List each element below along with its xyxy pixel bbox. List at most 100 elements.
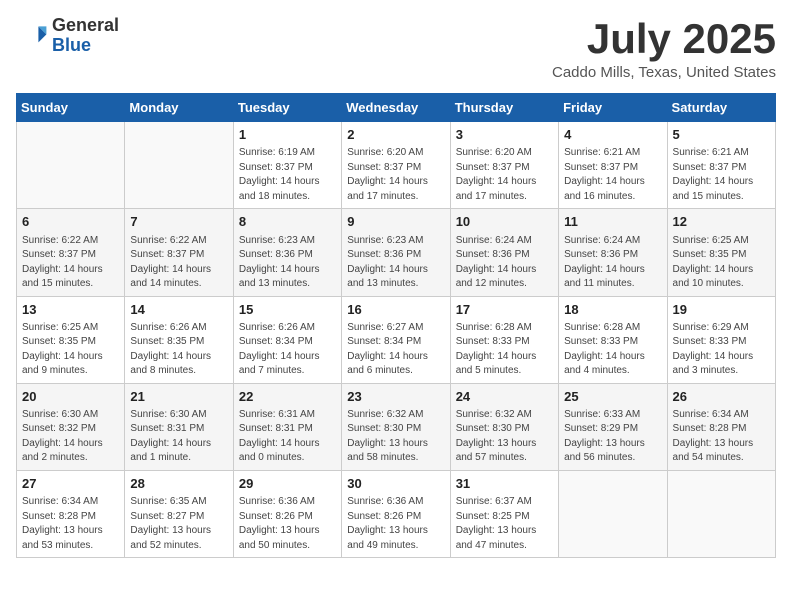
- calendar-cell: 14Sunrise: 6:26 AM Sunset: 8:35 PM Dayli…: [125, 296, 233, 383]
- day-number: 9: [347, 213, 444, 231]
- day-number: 28: [130, 475, 227, 493]
- day-number: 24: [456, 388, 553, 406]
- day-number: 27: [22, 475, 119, 493]
- day-info: Sunrise: 6:34 AM Sunset: 8:28 PM Dayligh…: [22, 495, 119, 553]
- day-info: Sunrise: 6:20 AM Sunset: 8:37 PM Dayligh…: [347, 146, 444, 204]
- day-number: 1: [239, 126, 336, 144]
- day-info: Sunrise: 6:32 AM Sunset: 8:30 PM Dayligh…: [456, 408, 553, 466]
- day-number: 13: [22, 301, 119, 319]
- day-of-week-header: Monday: [125, 94, 233, 122]
- day-info: Sunrise: 6:37 AM Sunset: 8:25 PM Dayligh…: [456, 495, 553, 553]
- calendar-cell: 27 Sunrise: 6:34 AM Sunset: 8:28 PM Dayli…: [17, 470, 125, 557]
- calendar-cell: 2 Sunrise: 6:20 AM Sunset: 8:37 PM Daylig…: [342, 122, 450, 209]
- day-of-week-header: Tuesday: [233, 94, 341, 122]
- day-info: Sunrise: 6:25 AM Sunset: 8:35 PM Dayligh…: [22, 321, 119, 379]
- day-info: Sunrise: 6:36 AM Sunset: 8:26 PM Dayligh…: [347, 495, 444, 553]
- day-number: 10: [456, 213, 553, 231]
- day-of-week-header: Thursday: [450, 94, 558, 122]
- day-info: Sunrise: 6:24 AM Sunset: 8:36 PM Dayligh…: [564, 234, 661, 292]
- day-of-week-header: Sunday: [17, 94, 125, 122]
- calendar-cell: 8 Sunrise: 6:23 AM Sunset: 8:36 PM Daylig…: [233, 209, 341, 296]
- calendar-cell: 23Sunrise: 6:32 AM Sunset: 8:30 PM Dayli…: [342, 383, 450, 470]
- day-info: Sunrise: 6:21 AM Sunset: 8:37 PM Dayligh…: [673, 146, 770, 204]
- day-info: Sunrise: 6:20 AM Sunset: 8:37 PM Dayligh…: [456, 146, 553, 204]
- day-number: 22: [239, 388, 336, 406]
- day-number: 12: [673, 213, 770, 231]
- day-info: Sunrise: 6:27 AM Sunset: 8:34 PM Dayligh…: [347, 321, 444, 379]
- day-info: Sunrise: 6:30 AM Sunset: 8:32 PM Dayligh…: [22, 408, 119, 466]
- calendar-cell: 30 Sunrise: 6:36 AM Sunset: 8:26 PM Dayli…: [342, 470, 450, 557]
- day-number: 7: [130, 213, 227, 231]
- calendar-cell: 6 Sunrise: 6:22 AM Sunset: 8:37 PM Daylig…: [17, 209, 125, 296]
- calendar-cell: 19 Sunrise: 6:29 AM Sunset: 8:33 PM Dayli…: [667, 296, 775, 383]
- calendar-cell: [125, 122, 233, 209]
- day-info: Sunrise: 6:29 AM Sunset: 8:33 PM Dayligh…: [673, 321, 770, 379]
- day-info: Sunrise: 6:28 AM Sunset: 8:33 PM Dayligh…: [564, 321, 661, 379]
- page-header: General Blue July 2025 Caddo Mills, Texa…: [16, 16, 776, 81]
- calendar-cell: 21 Sunrise: 6:30 AM Sunset: 8:31 PM Dayli…: [125, 383, 233, 470]
- day-of-week-header: Wednesday: [342, 94, 450, 122]
- calendar-cell: 24 Sunrise: 6:32 AM Sunset: 8:30 PM Dayli…: [450, 383, 558, 470]
- day-number: 21: [130, 388, 227, 406]
- day-number: 20: [22, 388, 119, 406]
- calendar-cell: 28Sunrise: 6:35 AM Sunset: 8:27 PM Dayli…: [125, 470, 233, 557]
- logo-text: General Blue: [52, 16, 119, 56]
- day-number: 30: [347, 475, 444, 493]
- calendar-cell: 17 Sunrise: 6:28 AM Sunset: 8:33 PM Dayli…: [450, 296, 558, 383]
- day-info: Sunrise: 6:19 AM Sunset: 8:37 PM Dayligh…: [239, 146, 336, 204]
- location: Caddo Mills, Texas, United States: [552, 64, 776, 81]
- day-number: 15: [239, 301, 336, 319]
- day-number: 26: [673, 388, 770, 406]
- day-info: Sunrise: 6:22 AM Sunset: 8:37 PM Dayligh…: [22, 234, 119, 292]
- calendar-cell: 25Sunrise: 6:33 AM Sunset: 8:29 PM Dayli…: [559, 383, 667, 470]
- day-number: 18: [564, 301, 661, 319]
- day-number: 6: [22, 213, 119, 231]
- day-info: Sunrise: 6:23 AM Sunset: 8:36 PM Dayligh…: [239, 234, 336, 292]
- day-number: 3: [456, 126, 553, 144]
- calendar-cell: [667, 470, 775, 557]
- calendar-cell: 31Sunrise: 6:37 AM Sunset: 8:25 PM Dayli…: [450, 470, 558, 557]
- calendar-cell: 22 Sunrise: 6:31 AM Sunset: 8:31 PM Dayli…: [233, 383, 341, 470]
- day-number: 5: [673, 126, 770, 144]
- day-info: Sunrise: 6:22 AM Sunset: 8:37 PM Dayligh…: [130, 234, 227, 292]
- day-number: 23: [347, 388, 444, 406]
- calendar-cell: 13 Sunrise: 6:25 AM Sunset: 8:35 PM Dayli…: [17, 296, 125, 383]
- calendar-cell: 7 Sunrise: 6:22 AM Sunset: 8:37 PM Daylig…: [125, 209, 233, 296]
- day-number: 25: [564, 388, 661, 406]
- day-number: 8: [239, 213, 336, 231]
- day-info: Sunrise: 6:26 AM Sunset: 8:35 PM Dayligh…: [130, 321, 227, 379]
- calendar-cell: [17, 122, 125, 209]
- day-info: Sunrise: 6:24 AM Sunset: 8:36 PM Dayligh…: [456, 234, 553, 292]
- day-info: Sunrise: 6:25 AM Sunset: 8:35 PM Dayligh…: [673, 234, 770, 292]
- day-number: 4: [564, 126, 661, 144]
- day-number: 17: [456, 301, 553, 319]
- day-info: Sunrise: 6:28 AM Sunset: 8:33 PM Dayligh…: [456, 321, 553, 379]
- day-info: Sunrise: 6:36 AM Sunset: 8:26 PM Dayligh…: [239, 495, 336, 553]
- day-number: 16: [347, 301, 444, 319]
- month-year: July 2025: [552, 16, 776, 62]
- day-info: Sunrise: 6:21 AM Sunset: 8:37 PM Dayligh…: [564, 146, 661, 204]
- calendar-cell: 11 Sunrise: 6:24 AM Sunset: 8:36 PM Dayli…: [559, 209, 667, 296]
- day-info: Sunrise: 6:26 AM Sunset: 8:34 PM Dayligh…: [239, 321, 336, 379]
- logo-general: General: [52, 15, 119, 35]
- day-info: Sunrise: 6:31 AM Sunset: 8:31 PM Dayligh…: [239, 408, 336, 466]
- calendar-cell: [559, 470, 667, 557]
- calendar-cell: 4 Sunrise: 6:21 AM Sunset: 8:37 PM Daylig…: [559, 122, 667, 209]
- day-number: 11: [564, 213, 661, 231]
- calendar-cell: 18 Sunrise: 6:28 AM Sunset: 8:33 PM Dayli…: [559, 296, 667, 383]
- calendar-cell: 29Sunrise: 6:36 AM Sunset: 8:26 PM Dayli…: [233, 470, 341, 557]
- day-of-week-header: Saturday: [667, 94, 775, 122]
- logo-blue: Blue: [52, 35, 91, 55]
- day-number: 19: [673, 301, 770, 319]
- calendar-cell: 20 Sunrise: 6:30 AM Sunset: 8:32 PM Dayli…: [17, 383, 125, 470]
- calendar-cell: 10 Sunrise: 6:24 AM Sunset: 8:36 PM Dayli…: [450, 209, 558, 296]
- day-info: Sunrise: 6:34 AM Sunset: 8:28 PM Dayligh…: [673, 408, 770, 466]
- calendar-cell: 26 Sunrise: 6:34 AM Sunset: 8:28 PM Dayli…: [667, 383, 775, 470]
- calendar-cell: 1 Sunrise: 6:19 AM Sunset: 8:37 PM Daylig…: [233, 122, 341, 209]
- title-block: July 2025 Caddo Mills, Texas, United Sta…: [552, 16, 776, 81]
- calendar-cell: 9Sunrise: 6:23 AM Sunset: 8:36 PM Daylig…: [342, 209, 450, 296]
- day-info: Sunrise: 6:30 AM Sunset: 8:31 PM Dayligh…: [130, 408, 227, 466]
- day-of-week-header: Friday: [559, 94, 667, 122]
- logo-icon: [16, 20, 48, 52]
- day-number: 2: [347, 126, 444, 144]
